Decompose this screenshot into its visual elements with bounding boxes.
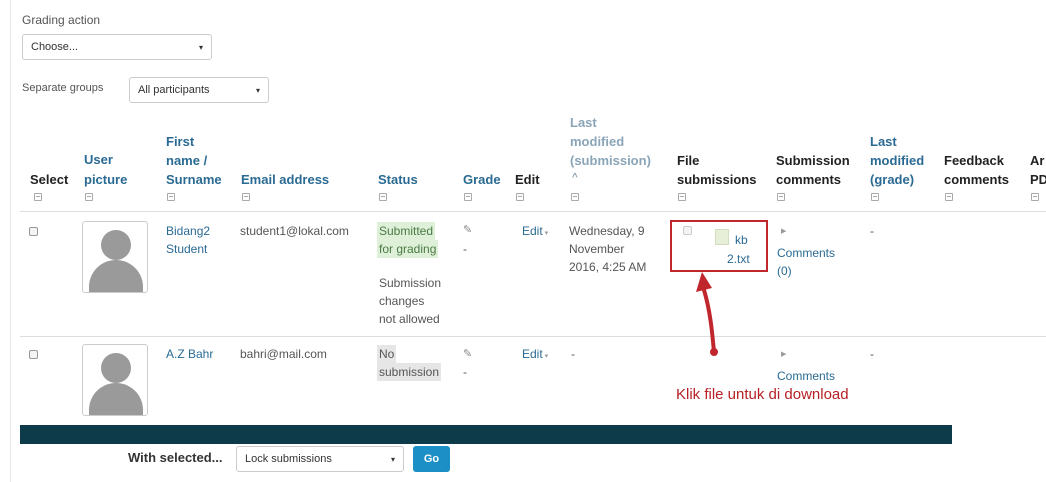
collapse-icon[interactable] <box>571 193 579 201</box>
col-sub-comments-1: Submission <box>776 153 850 168</box>
col-annot-2: PD <box>1030 172 1046 187</box>
row2-status-2: submission <box>377 363 442 381</box>
row1-status-2: for grading <box>377 240 439 258</box>
col-file-2: submissions <box>677 172 757 187</box>
col-status[interactable]: Status <box>378 170 418 189</box>
chevron-down-icon: ▾ <box>198 42 203 52</box>
caret-down-icon: ▾ <box>542 353 549 360</box>
sort-asc-icon: ^ <box>572 172 578 183</box>
row-divider <box>20 336 1046 337</box>
annotation-arrow <box>696 272 718 356</box>
col-grade[interactable]: Grade <box>463 170 501 189</box>
collapse-icon[interactable] <box>777 193 785 201</box>
row2-status-1: No <box>377 345 397 363</box>
row1-status-note-1: Submission <box>379 276 442 290</box>
expand-icon[interactable]: ▶ <box>781 350 786 358</box>
select-checkbox[interactable] <box>29 227 38 236</box>
col-user-picture-1: User <box>84 152 113 167</box>
chevron-down-icon: ▾ <box>390 454 395 464</box>
col-feedback-1: Feedback <box>944 153 1004 168</box>
row1-email: student1@lokal.com <box>240 224 349 238</box>
col-last-grade-2[interactable]: modified <box>870 151 924 170</box>
with-selected-label: With selected... <box>128 450 223 465</box>
col-name-3[interactable]: Surname <box>166 170 222 189</box>
col-last-grade-3[interactable]: (grade) <box>870 170 914 189</box>
collapse-icon[interactable] <box>379 193 387 201</box>
row1-status-note-2: changes <box>379 294 425 308</box>
collapse-icon[interactable] <box>516 193 524 201</box>
collapse-icon[interactable] <box>242 193 250 201</box>
row1-status-note-3: not allowed <box>379 312 440 326</box>
col-name-2[interactable]: name / <box>166 151 207 170</box>
header-divider <box>20 211 1046 212</box>
edit-label: Edit <box>522 224 543 238</box>
row1-last-mod-2: November <box>569 242 625 256</box>
collapse-icon[interactable] <box>871 193 879 201</box>
row1-comments-2[interactable]: (0) <box>777 262 792 280</box>
grading-action-value: Choose... <box>31 41 79 53</box>
grading-action-select[interactable]: Choose... ▾ <box>22 34 212 60</box>
avatar <box>82 221 148 293</box>
row1-first-name[interactable]: Bidang2 <box>166 222 210 240</box>
bulk-action-value: Lock submissions <box>245 453 332 465</box>
grade-pencil-icon[interactable]: ✎ <box>463 347 472 360</box>
row2-last-grade: - <box>870 347 874 361</box>
grade-pencil-icon[interactable]: ✎ <box>463 223 472 236</box>
row1-last-mod-1: Wednesday, 9 <box>569 224 645 238</box>
file-icon <box>715 229 729 245</box>
annotation-text: Klik file untuk di download <box>676 386 849 403</box>
row1-surname[interactable]: Student <box>166 240 207 258</box>
grading-action-label: Grading action <box>22 13 101 27</box>
separate-groups-select[interactable]: All participants ▾ <box>129 77 269 103</box>
col-edit: Edit <box>515 172 540 187</box>
col-email[interactable]: Email address <box>241 170 329 189</box>
file-checkbox[interactable] <box>683 226 692 235</box>
collapse-icon[interactable] <box>678 193 686 201</box>
left-border <box>10 0 11 482</box>
row1-last-mod-3: 2016, 4:25 AM <box>569 260 647 274</box>
collapse-icon[interactable] <box>34 193 42 201</box>
col-file-1: File <box>677 153 700 168</box>
chevron-down-icon: ▾ <box>255 85 260 95</box>
col-name-1[interactable]: First <box>166 132 194 151</box>
row2-email: bahri@mail.com <box>240 347 327 361</box>
row1-file-link-2[interactable]: 2.txt <box>727 250 750 268</box>
row1-edit-menu[interactable]: Edit ▾ <box>522 222 548 243</box>
col-sub-comments-2: comments <box>776 172 842 187</box>
col-last-grade-1[interactable]: Last <box>870 132 897 151</box>
row1-last-grade: - <box>870 224 874 238</box>
avatar <box>82 344 148 416</box>
collapse-icon[interactable] <box>1031 193 1039 201</box>
go-button[interactable]: Go <box>413 446 450 472</box>
expand-icon[interactable]: ▶ <box>781 227 786 235</box>
row1-file-link-1[interactable]: kb <box>735 231 748 249</box>
col-user-picture-2: picture <box>84 172 128 187</box>
row2-name[interactable]: A.Z Bahr <box>166 345 213 363</box>
bulk-action-select[interactable]: Lock submissions ▾ <box>236 446 404 472</box>
separate-groups-label: Separate groups <box>22 82 104 94</box>
collapse-icon[interactable] <box>167 193 175 201</box>
col-last-mod-2[interactable]: modified <box>570 132 624 151</box>
col-select: Select <box>30 172 69 187</box>
col-annot-1: Ar <box>1030 153 1045 168</box>
col-feedback-2: comments <box>944 172 1010 187</box>
caret-down-icon: ▾ <box>542 230 549 237</box>
col-last-mod-3[interactable]: (submission) <box>570 151 651 170</box>
row1-comments-1[interactable]: Comments <box>777 244 835 262</box>
edit-label: Edit <box>522 347 543 361</box>
row1-status-1: Submitted <box>377 222 436 240</box>
collapse-icon[interactable] <box>85 193 93 201</box>
table-footer-bar <box>20 425 952 444</box>
row2-grade: - <box>463 365 467 379</box>
select-checkbox[interactable] <box>29 350 38 359</box>
collapse-icon[interactable] <box>945 193 953 201</box>
col-last-mod-1[interactable]: Last <box>570 113 597 132</box>
row2-last-mod: - <box>571 347 575 361</box>
collapse-icon[interactable] <box>464 193 472 201</box>
row1-grade: - <box>463 242 467 256</box>
row2-edit-menu[interactable]: Edit ▾ <box>522 345 548 366</box>
separate-groups-value: All participants <box>138 84 210 96</box>
row2-comments[interactable]: Comments <box>777 367 835 385</box>
